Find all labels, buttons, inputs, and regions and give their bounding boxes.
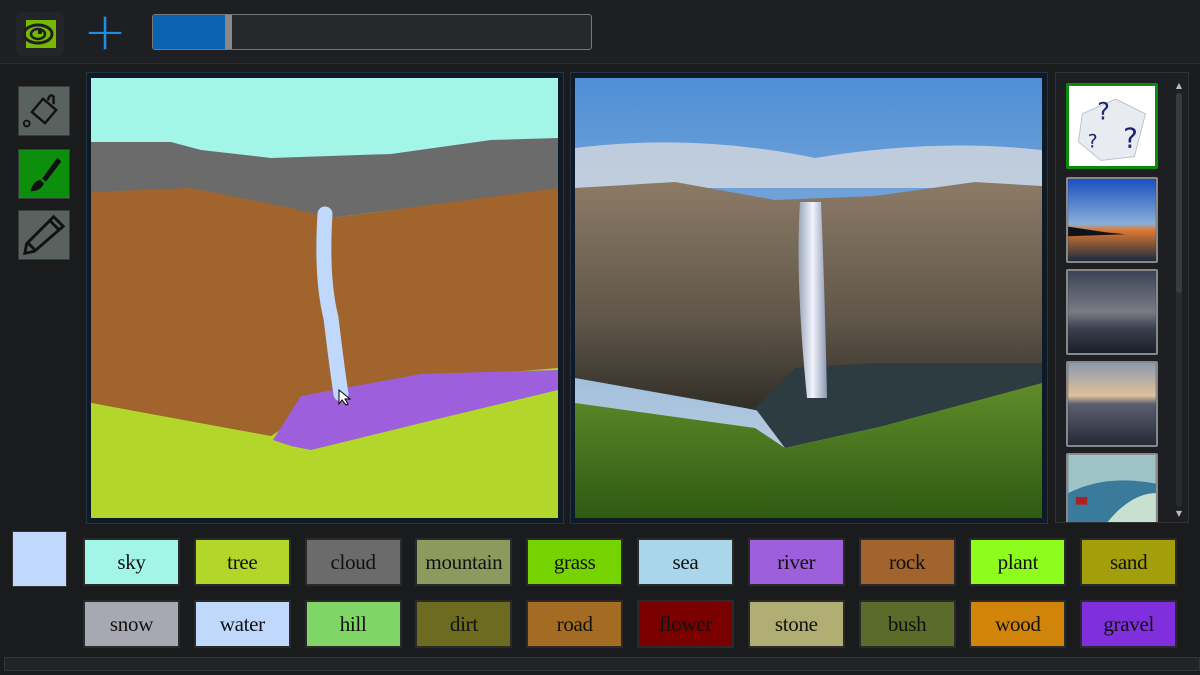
random-style-thumb[interactable]: ???: [1066, 83, 1158, 169]
label-sand[interactable]: sand: [1080, 538, 1178, 586]
paint-bucket-icon: [22, 94, 58, 128]
plus-icon[interactable]: +: [82, 6, 128, 58]
svg-text:?: ?: [1088, 131, 1098, 152]
label-hill[interactable]: hill: [304, 600, 402, 648]
progress-fill: [153, 15, 232, 49]
label-wood[interactable]: wood: [969, 600, 1067, 648]
scroll-thumb[interactable]: [1176, 93, 1182, 293]
label-plant[interactable]: plant: [969, 538, 1067, 586]
label-grass[interactable]: grass: [526, 538, 624, 586]
style-thumb-cloudy-sea[interactable]: [1066, 269, 1158, 355]
label-stone[interactable]: stone: [747, 600, 845, 648]
scroll-down-icon[interactable]: ▼: [1174, 509, 1184, 518]
current-color-swatch: [12, 531, 67, 587]
scroll-up-icon[interactable]: ▲: [1174, 81, 1184, 90]
bottom-scrollbar[interactable]: [4, 657, 1200, 671]
style-thumb-sunset-sea[interactable]: [1066, 177, 1158, 263]
label-dirt[interactable]: dirt: [415, 600, 513, 648]
label-water[interactable]: water: [193, 600, 291, 648]
style-thumb-painting[interactable]: [1066, 453, 1158, 522]
style-thumbnails-panel: ??? ▲ ▼: [1055, 72, 1189, 523]
thumbnail-scrollbar[interactable]: ▲ ▼: [1174, 81, 1184, 519]
label-river[interactable]: river: [747, 538, 845, 586]
generated-image: [575, 78, 1042, 518]
random-dice-icon: ???: [1078, 97, 1147, 161]
svg-text:?: ?: [1123, 121, 1138, 154]
label-sky[interactable]: sky: [83, 538, 180, 586]
label-sea[interactable]: sea: [637, 538, 734, 586]
label-gravel[interactable]: gravel: [1080, 600, 1178, 648]
label-flower[interactable]: flower: [637, 600, 734, 648]
paint-bucket-tool[interactable]: [18, 86, 70, 136]
pencil-icon: [22, 214, 66, 256]
label-rock[interactable]: rock: [858, 538, 956, 586]
pencil-tool[interactable]: [18, 210, 70, 260]
progress-bar: [152, 14, 592, 50]
label-tree[interactable]: tree: [193, 538, 291, 586]
svg-text:?: ?: [1097, 97, 1110, 125]
style-thumb-sunset-city[interactable]: [1066, 361, 1158, 447]
label-snow[interactable]: snow: [83, 600, 180, 648]
nvidia-logo[interactable]: [16, 12, 64, 56]
label-bush[interactable]: bush: [858, 600, 956, 648]
top-toolbar: +: [0, 0, 1200, 64]
label-mountain[interactable]: mountain: [415, 538, 513, 586]
label-road[interactable]: road: [526, 600, 624, 648]
segmentation-canvas[interactable]: [91, 78, 558, 518]
brush-icon: [30, 157, 62, 192]
label-cloud[interactable]: cloud: [304, 538, 402, 586]
brush-tool[interactable]: [18, 149, 70, 199]
